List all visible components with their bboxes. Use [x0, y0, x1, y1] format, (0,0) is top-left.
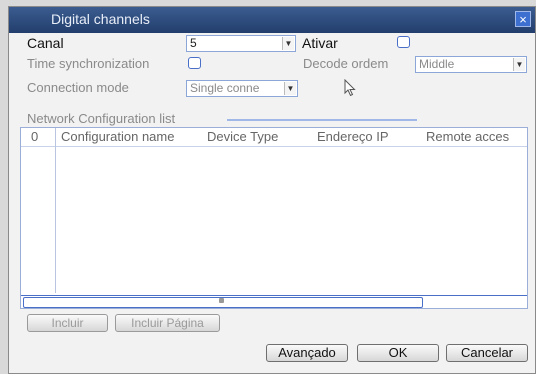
decode-order-value: Middle [419, 57, 455, 71]
column-header-device-type[interactable]: Device Type [207, 129, 278, 144]
decode-order-select[interactable]: Middle ▼ [415, 56, 527, 73]
column-header-index[interactable]: 0 [31, 129, 38, 144]
canal-value: 5 [190, 36, 197, 50]
incluir-pagina-button[interactable]: Incluir Página [115, 314, 220, 332]
column-header-config-name[interactable]: Configuration name [61, 129, 174, 144]
canal-select[interactable]: 5 ▼ [186, 35, 296, 52]
time-sync-label: Time synchronization [27, 56, 150, 71]
dialog-title: Digital channels [51, 11, 150, 27]
column-header-ip-address[interactable]: Endereço IP [317, 129, 389, 144]
network-config-list-label: Network Configuration list [27, 111, 176, 126]
canal-label: Canal [27, 35, 64, 51]
avancado-button[interactable]: Avançado [266, 344, 348, 362]
ok-button[interactable]: OK [357, 344, 439, 362]
time-sync-checkbox[interactable] [188, 57, 201, 69]
chevron-down-icon: ▼ [282, 37, 294, 50]
close-icon[interactable]: × [515, 11, 531, 27]
column-header-remote-access[interactable]: Remote acces [426, 129, 509, 144]
network-config-table[interactable]: 0 Configuration name Device Type Endereç… [20, 127, 528, 309]
table-header: 0 Configuration name Device Type Endereç… [21, 128, 527, 147]
chevron-down-icon: ▼ [513, 58, 525, 71]
connection-mode-label: Connection mode [27, 80, 129, 95]
scrollbar-grip-icon [219, 298, 224, 303]
mouse-cursor-icon [344, 79, 356, 97]
ativar-label: Ativar [302, 35, 338, 51]
decode-order-label: Decode ordem [303, 56, 389, 71]
horizontal-scrollbar[interactable] [21, 295, 527, 308]
section-divider [227, 119, 417, 121]
dialog-titlebar[interactable]: Digital channels × [9, 7, 535, 33]
incluir-button[interactable]: Incluir [27, 314, 108, 332]
cancel-button[interactable]: Cancelar [446, 344, 528, 362]
connection-mode-select[interactable]: Single conne ▼ [186, 80, 298, 97]
ativar-checkbox[interactable] [397, 36, 410, 48]
chevron-down-icon: ▼ [284, 82, 296, 95]
column-divider [55, 128, 56, 293]
connection-mode-value: Single conne [190, 81, 260, 95]
